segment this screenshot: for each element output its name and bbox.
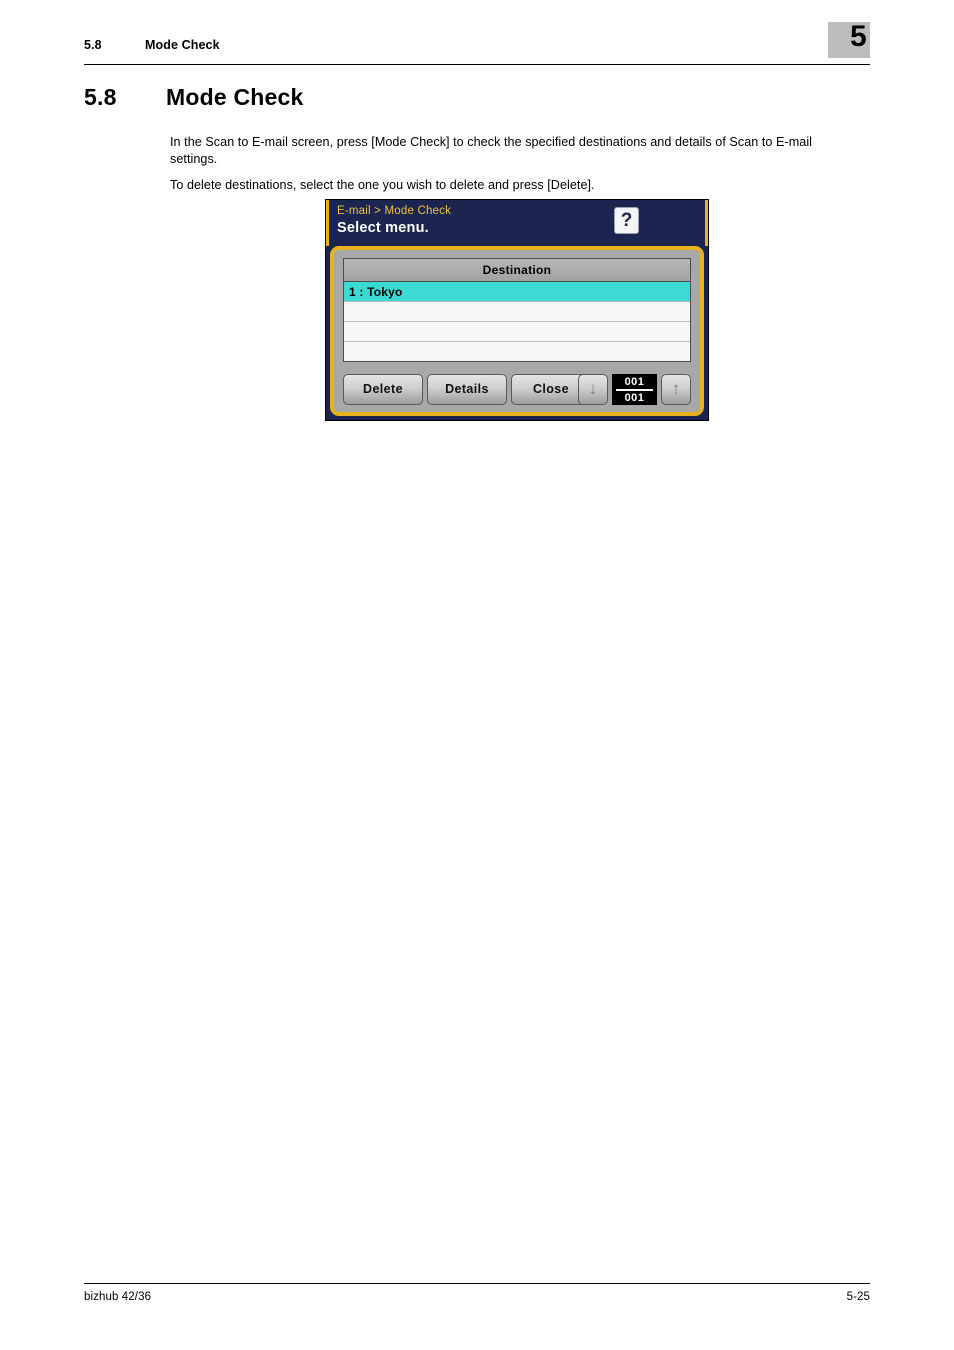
title-bar-left-rail: [326, 200, 329, 246]
device-screen-title: Select menu.: [337, 220, 429, 236]
destination-row-1[interactable]: 1 : Tokyo: [344, 282, 690, 302]
footer-model: bizhub 42/36: [84, 1291, 152, 1303]
device-title-bar: E-mail > Mode Check Select menu. ?: [326, 200, 708, 246]
title-bar-right-rail: [705, 200, 708, 246]
destination-column-header: Destination: [344, 259, 690, 282]
destination-list: Destination 1 : Tokyo: [343, 258, 691, 362]
breadcrumb: E-mail > Mode Check: [337, 205, 452, 217]
details-button[interactable]: Details: [427, 374, 507, 405]
delete-button[interactable]: Delete: [343, 374, 423, 405]
arrow-up-icon[interactable]: ↑: [661, 374, 691, 405]
device-screen-body: Destination 1 : Tokyo Delete Details Clo…: [330, 246, 704, 416]
destination-row-3[interactable]: [344, 322, 690, 342]
device-button-bar: Delete Details Close ↓ 001 001 ↑: [343, 370, 691, 412]
question-mark-icon: ?: [620, 210, 633, 231]
pagination-controls: ↓ 001 001 ↑: [578, 374, 691, 405]
chapter-badge-number: 5: [850, 20, 867, 53]
section-heading-number: 5.8: [84, 84, 117, 110]
page-counter: 001 001: [612, 374, 657, 405]
device-screen-figure: E-mail > Mode Check Select menu. ? Desti…: [325, 199, 709, 421]
destination-row-2[interactable]: [344, 302, 690, 322]
device-screen-bezel: E-mail > Mode Check Select menu. ? Desti…: [325, 199, 709, 421]
page-title: Mode Check: [166, 84, 304, 110]
footer-divider: [84, 1283, 870, 1284]
destination-row-4[interactable]: [344, 342, 690, 361]
page-counter-current: 001: [624, 376, 645, 388]
arrow-down-icon[interactable]: ↓: [578, 374, 608, 405]
footer-page-number: 5-25: [846, 1291, 870, 1303]
header-divider: [84, 64, 870, 65]
body-paragraph-2: To delete destinations, select the one y…: [170, 177, 595, 192]
help-button[interactable]: ?: [614, 207, 639, 234]
running-header-section-number: 5.8: [84, 38, 102, 52]
page-counter-total: 001: [624, 392, 645, 404]
body-paragraph-1: In the Scan to E-mail screen, press [Mod…: [170, 134, 813, 166]
page-running-header: 5.8 Mode Check 5: [84, 20, 870, 70]
running-header-section-title: Mode Check: [145, 38, 220, 52]
